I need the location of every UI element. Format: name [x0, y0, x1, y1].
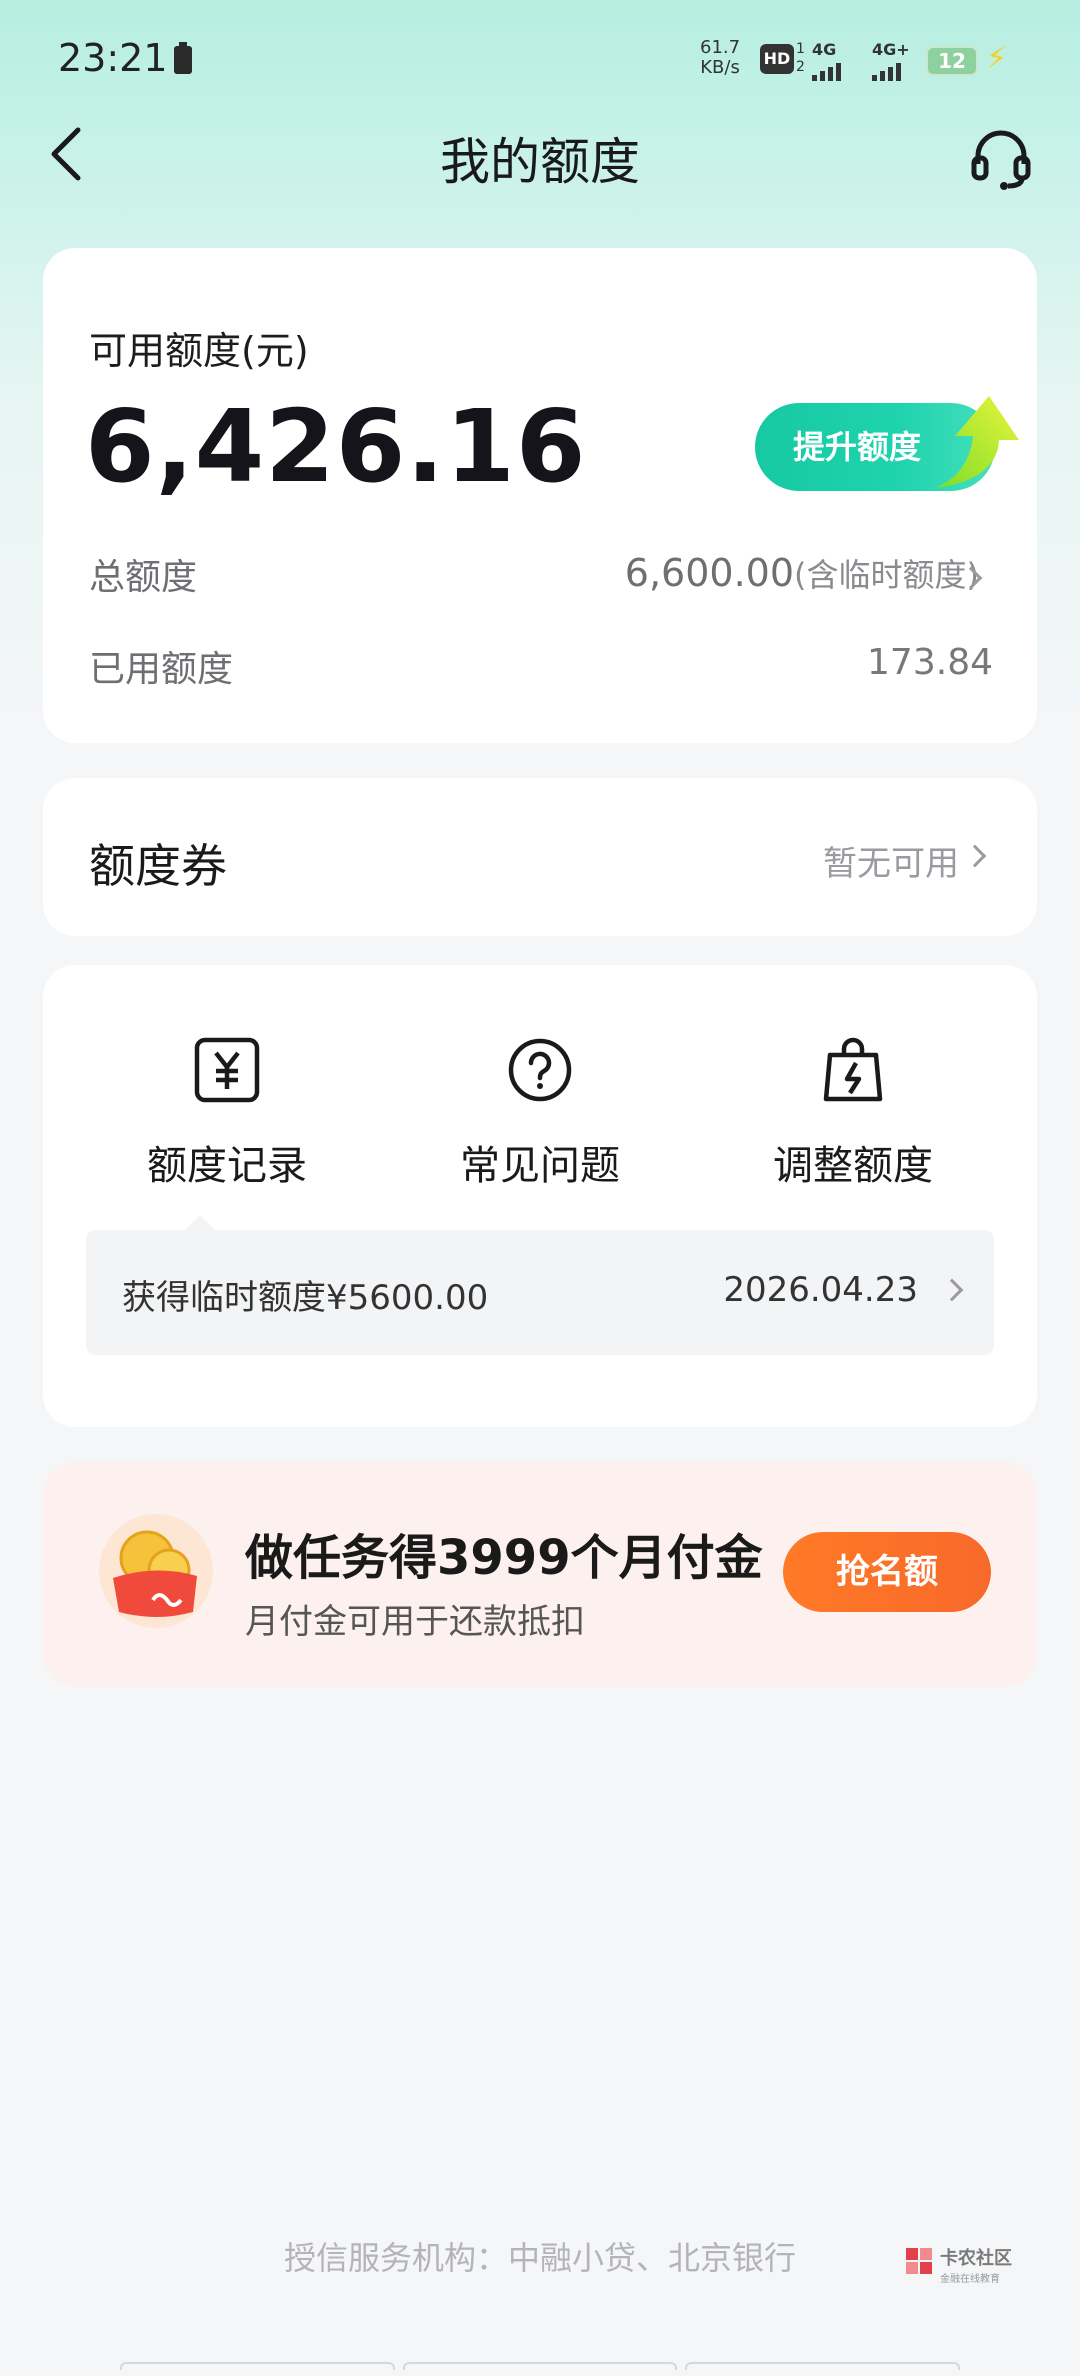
- hd-sim-indicator: 1 2: [796, 40, 805, 76]
- promo-banner[interactable]: 做任务得3999个月付金 月付金可用于还款抵扣 抢名额: [43, 1462, 1037, 1687]
- promo-subtitle: 月付金可用于还款抵扣: [245, 1602, 585, 1642]
- customer-service-button[interactable]: [968, 126, 1034, 192]
- network-speed-value: 61.7: [700, 37, 741, 58]
- lightning-bag-icon: [823, 1037, 883, 1102]
- signal-4g-plus-label: 4G+: [872, 40, 910, 59]
- quota-coupon-title: 额度券: [89, 839, 227, 893]
- available-quota-label: 可用额度(元): [89, 329, 309, 373]
- total-quota-label: 总额度: [89, 557, 198, 598]
- chevron-right-icon: [940, 1278, 964, 1302]
- question-circle-icon: [508, 1038, 572, 1102]
- quota-coupon-card[interactable]: 额度券 暂无可用: [43, 778, 1037, 936]
- quota-record-label: 额度记录: [147, 1143, 307, 1189]
- record-description: 获得临时额度¥5600.00: [122, 1278, 489, 1318]
- available-quota-amount: 6,426.16: [85, 388, 587, 505]
- used-quota-amount: 173.84: [867, 642, 993, 683]
- signal-4g-plus-icon: 4G+: [872, 40, 910, 81]
- battery-saver-icon: [174, 42, 192, 74]
- total-quota-link[interactable]: 6,600.00(含临时额度): [625, 550, 979, 596]
- faq-label: 常见问题: [460, 1143, 620, 1189]
- quota-card: 可用额度(元) 6,426.16 提升额度 总额度 6,600.00(含临时额度…: [43, 248, 1037, 743]
- yuan-receipt-icon: [194, 1037, 260, 1103]
- watermark-title: 卡农社区: [940, 2248, 1012, 2269]
- faq-button[interactable]: 常见问题: [410, 1035, 670, 1191]
- watermark-subtitle: 金融在线教育: [940, 2274, 1000, 2285]
- page-title: 我的额度: [440, 133, 640, 191]
- used-quota-label: 已用额度: [89, 649, 234, 690]
- chevron-right-icon: [963, 844, 987, 868]
- promo-title: 做任务得3999个月付金: [245, 1530, 763, 1586]
- hd-sim-bottom: 2: [796, 59, 805, 75]
- network-speed: 61.7 KB/s: [700, 38, 740, 78]
- signal-bars: [812, 61, 841, 81]
- quota-actions-card: 额度记录 常见问题 调整额度 获得临时额度¥5600.00 2026.04.23: [43, 965, 1037, 1427]
- signal-bars: [872, 61, 910, 81]
- network-speed-unit: KB/s: [700, 57, 740, 78]
- total-quota-note: (含临时额度): [794, 556, 979, 594]
- headset-icon: [971, 130, 1031, 190]
- charging-bolt-icon: ⚡: [986, 41, 1008, 76]
- battery-icon: 12: [926, 46, 978, 76]
- status-time: 23:21: [58, 36, 168, 80]
- grab-quota-button[interactable]: 抢名额: [783, 1532, 991, 1612]
- signal-4g-icon: 4G: [812, 40, 841, 81]
- watermark: 卡农社区 金融在线教育: [902, 2240, 1022, 2300]
- status-bar: 23:21 61.7 KB/s HD 1 2 4G 4G+ 12 ⚡: [0, 0, 1080, 120]
- kanong-logo-icon: [906, 2248, 932, 2274]
- signal-4g-label: 4G: [812, 40, 837, 59]
- adjust-quota-label: 调整额度: [773, 1143, 933, 1189]
- record-date: 2026.04.23: [723, 1270, 918, 1310]
- latest-quota-record[interactable]: 获得临时额度¥5600.00 2026.04.23: [86, 1216, 994, 1355]
- hd-sim-top: 1: [796, 41, 805, 57]
- quota-coupon-status: 暂无可用: [823, 844, 959, 884]
- up-arrow-icon: [935, 396, 1019, 488]
- gesture-nav-bar: [120, 2362, 961, 2370]
- quota-record-button[interactable]: 额度记录: [97, 1035, 357, 1191]
- total-quota-amount: 6,600.00: [624, 551, 795, 595]
- coin-wallet-icon: [99, 1514, 213, 1628]
- adjust-quota-button[interactable]: 调整额度: [723, 1035, 983, 1191]
- hd-icon: HD: [760, 44, 794, 74]
